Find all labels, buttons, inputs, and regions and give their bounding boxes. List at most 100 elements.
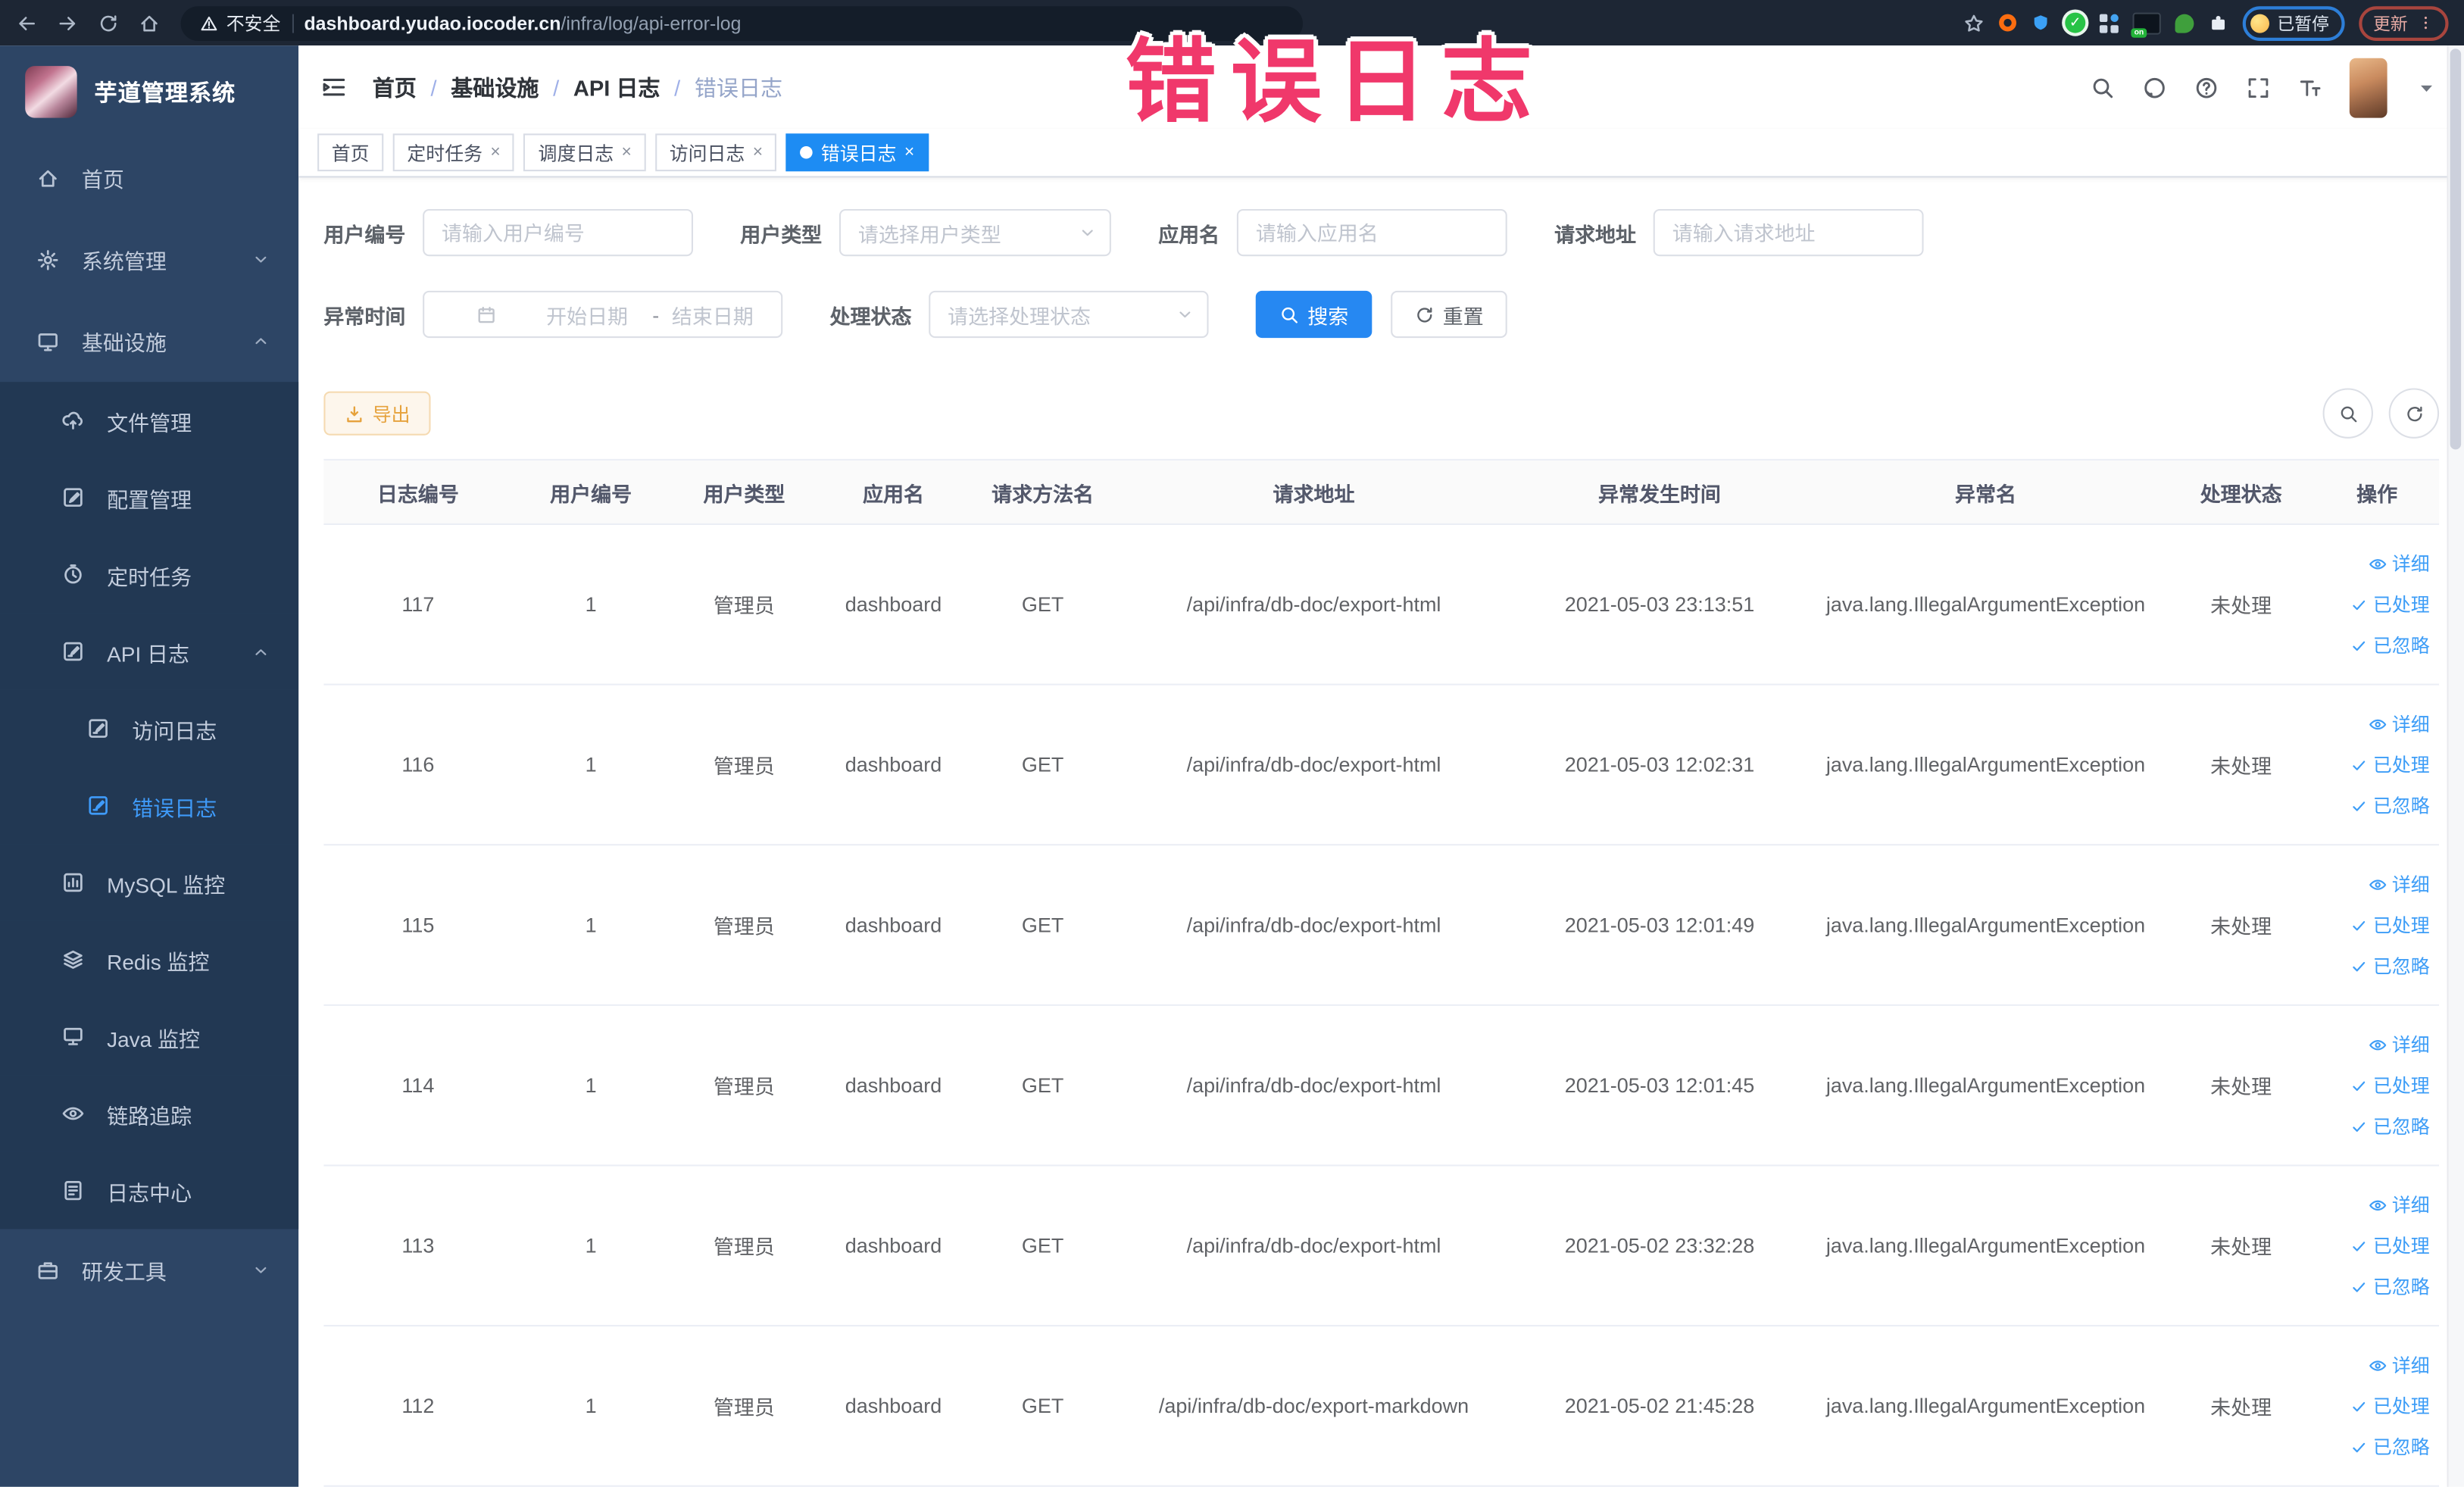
sidebar-item-dev-tools[interactable]: 研发工具 xyxy=(0,1229,298,1310)
breadcrumb-item[interactable]: API 日志 xyxy=(573,71,661,102)
processed-link[interactable]: 已处理 xyxy=(2350,911,2430,938)
sidebar-item-redis-monitor[interactable]: Redis 监控 xyxy=(0,920,299,998)
reset-button[interactable]: 重置 xyxy=(1391,290,1507,339)
detail-link[interactable]: 详细 xyxy=(2369,870,2430,897)
top-navbar: 首页 / 基础设施 / API 日志 / 错误日志 xyxy=(298,45,2464,130)
request-url-input[interactable] xyxy=(1653,208,1924,257)
process-status-select[interactable]: 请选择处理状态 xyxy=(929,290,1209,339)
address-bar[interactable]: 不安全 dashboard.yudao.iocoder.cn/infra/log… xyxy=(180,5,1304,40)
sidebar-item-java-monitor[interactable]: Java 监控 xyxy=(0,998,299,1076)
help-icon[interactable] xyxy=(2194,75,2219,100)
processed-link[interactable]: 已处理 xyxy=(2350,1232,2430,1259)
breadcrumb-separator: / xyxy=(553,74,560,100)
extension-grid-icon[interactable] xyxy=(2099,13,2119,33)
close-icon[interactable]: × xyxy=(904,143,914,162)
detail-link[interactable]: 详细 xyxy=(2369,711,2430,737)
cell-exception: java.lang.IllegalArgumentException xyxy=(1825,1073,2146,1098)
update-button[interactable]: 更新 xyxy=(2359,5,2449,40)
hamburger-icon[interactable] xyxy=(320,74,347,101)
sidebar-item-api-log[interactable]: API 日志 xyxy=(0,613,299,690)
tab-首页[interactable]: 首页 xyxy=(317,133,384,172)
tab-调度日志[interactable]: 调度日志 × xyxy=(523,133,646,172)
search-button[interactable]: 搜索 xyxy=(1255,290,1373,339)
toggle-search-button[interactable] xyxy=(2322,388,2373,439)
ignored-link[interactable]: 已忽略 xyxy=(2350,1113,2430,1139)
user-id-input[interactable] xyxy=(423,208,694,257)
sidebar-item-system[interactable]: 系统管理 xyxy=(0,218,298,300)
sidebar-item-error-log[interactable]: 错误日志 xyxy=(0,767,299,845)
sidebar-item-access-log[interactable]: 访问日志 xyxy=(0,689,299,767)
page-scrollbar[interactable] xyxy=(2447,45,2464,1487)
processed-link[interactable]: 已处理 xyxy=(2350,1072,2430,1098)
detail-link[interactable]: 详细 xyxy=(2369,1351,2430,1378)
avatar[interactable] xyxy=(2349,57,2387,117)
sidebar-item-trace[interactable]: 链路追踪 xyxy=(0,1075,299,1152)
search-icon[interactable] xyxy=(2090,75,2115,100)
eye-icon xyxy=(2369,1035,2387,1054)
close-icon[interactable]: × xyxy=(490,143,500,162)
export-button[interactable]: 导出 xyxy=(323,391,431,436)
sidebar-item-scheduled-job[interactable]: 定时任务 xyxy=(0,536,299,614)
table-row: 112 1 管理员 dashboard GET/api/infra/db-doc/exp… xyxy=(323,1326,2440,1487)
breadcrumb-separator: / xyxy=(674,74,681,100)
sidebar-item-home[interactable]: 首页 xyxy=(0,137,298,219)
tab-错误日志[interactable]: 错误日志 × xyxy=(786,133,929,172)
sidebar-menu: 首页 系统管理 基础设施文件管理配置管理 定时任务 API 日志 访问日志 错误日志 MySQ… xyxy=(0,137,299,1311)
star-icon[interactable] xyxy=(1963,12,1985,34)
ignored-link[interactable]: 已忽略 xyxy=(2350,952,2430,979)
action-label: 详细 xyxy=(2391,553,2430,576)
github-icon[interactable] xyxy=(2142,75,2167,100)
extension-check-icon[interactable]: ✓ xyxy=(2065,12,2086,33)
close-icon[interactable]: × xyxy=(753,143,763,162)
processed-link[interactable]: 已处理 xyxy=(2350,751,2430,778)
url-text: dashboard.yudao.iocoder.cn/infra/log/api… xyxy=(304,12,741,34)
extensions-puzzle-icon[interactable] xyxy=(2208,13,2228,33)
check-icon xyxy=(2350,957,2369,976)
fullscreen-icon[interactable] xyxy=(2246,75,2271,100)
logo-row[interactable]: 芋道管理系统 xyxy=(0,45,298,136)
forward-icon[interactable] xyxy=(57,12,79,34)
security-chip[interactable]: 不安全 xyxy=(199,10,280,35)
cell-url: /api/infra/db-doc/export-html xyxy=(1186,1073,1441,1098)
user-type-select[interactable]: 请选择用户类型 xyxy=(839,208,1111,257)
download-icon xyxy=(344,403,364,423)
back-icon[interactable] xyxy=(16,12,38,34)
font-size-icon[interactable] xyxy=(2297,75,2322,100)
extension-shield-icon[interactable] xyxy=(2031,13,2051,33)
ignored-link[interactable]: 已忽略 xyxy=(2350,1273,2430,1300)
tab-访问日志[interactable]: 访问日志 × xyxy=(655,133,777,172)
warning-icon xyxy=(199,14,218,33)
extension-adblock-icon[interactable] xyxy=(1999,14,2016,32)
tab-定时任务[interactable]: 定时任务 × xyxy=(392,133,515,172)
filter-row-1: 用户编号 用户类型 请选择用户类型 应用名 请求地址 xyxy=(323,208,2439,257)
ignored-link[interactable]: 已忽略 xyxy=(2350,632,2430,658)
sidebar-item-mysql-monitor[interactable]: MySQL 监控 xyxy=(0,844,299,921)
caret-down-icon[interactable] xyxy=(2414,75,2439,100)
reload-icon[interactable] xyxy=(98,12,120,34)
breadcrumb-item[interactable]: 基础设施 xyxy=(451,71,539,102)
extension-leaf-icon[interactable] xyxy=(2175,13,2194,33)
breadcrumb-item[interactable]: 首页 xyxy=(373,71,417,102)
browser-home-icon[interactable] xyxy=(139,12,161,34)
sidebar-item-log-center[interactable]: 日志中心 xyxy=(0,1151,299,1229)
extension-onoff-icon[interactable]: on xyxy=(2131,11,2161,37)
detail-link[interactable]: 详细 xyxy=(2369,1192,2430,1218)
ignored-link[interactable]: 已忽略 xyxy=(2350,1433,2430,1460)
ignored-link[interactable]: 已忽略 xyxy=(2350,792,2430,819)
sidebar-item-label: 文件管理 xyxy=(107,411,192,435)
app-name-input[interactable] xyxy=(1236,208,1507,257)
detail-link[interactable]: 详细 xyxy=(2369,1031,2430,1057)
sidebar-item-infra[interactable]: 基础设施 xyxy=(0,300,298,382)
sidebar-item-file-manage[interactable]: 文件管理 xyxy=(0,382,299,459)
exception-time-range-picker[interactable]: 开始日期 - 结束日期 xyxy=(423,290,783,339)
detail-link[interactable]: 详细 xyxy=(2369,550,2430,576)
menu-dots-icon[interactable] xyxy=(2417,14,2434,32)
scrollbar-thumb[interactable] xyxy=(2450,48,2462,450)
close-icon[interactable]: × xyxy=(622,143,632,162)
paused-badge[interactable]: 已暂停 xyxy=(2242,5,2345,40)
sidebar-item-config-manage[interactable]: 配置管理 xyxy=(0,458,299,536)
action-label: 已忽略 xyxy=(2372,955,2430,978)
processed-link[interactable]: 已处理 xyxy=(2350,1392,2430,1419)
refresh-button[interactable] xyxy=(2388,388,2440,439)
processed-link[interactable]: 已处理 xyxy=(2350,591,2430,617)
